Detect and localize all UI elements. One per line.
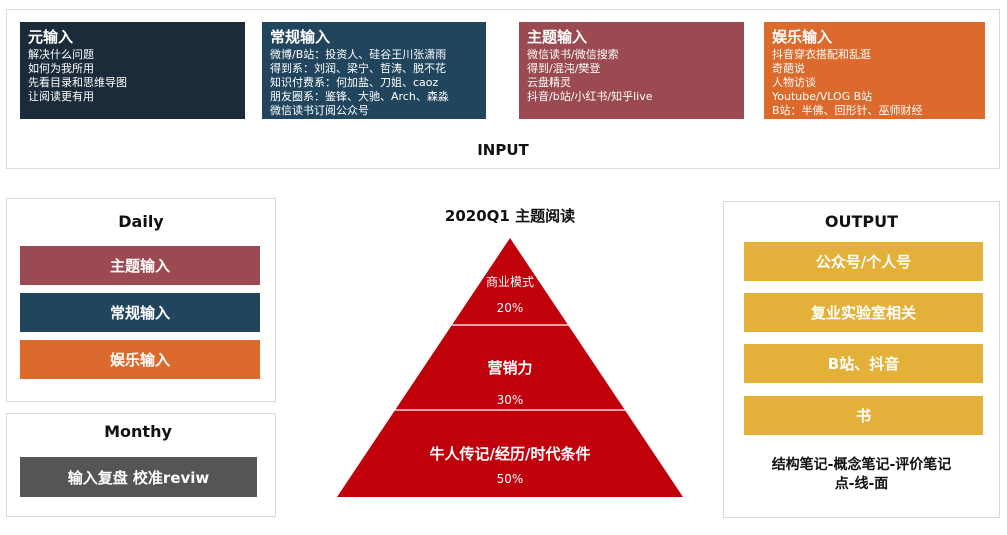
input-card-line: 微信读书订阅公众号 bbox=[270, 104, 369, 117]
input-card-line: 微博/B站：投资人、硅谷王川张潇雨 bbox=[270, 48, 447, 61]
input-card-entertainment: 娱乐输入 抖音穿衣搭配和乱逛 奇葩说 人物访谈 Youtube/VLOG B站 … bbox=[764, 22, 985, 119]
output-title: OUTPUT bbox=[824, 212, 899, 231]
input-card-line: 解决什么问题 bbox=[28, 48, 94, 61]
daily-item-regular: 常规输入 bbox=[20, 293, 260, 332]
daily-item-theme: 主题输入 bbox=[20, 246, 260, 285]
pyramid-level-label: 营销力 bbox=[487, 359, 532, 377]
input-card-line: 人物访谈 bbox=[772, 76, 816, 89]
input-card-line: B站：半佛、回形针、巫师财经 bbox=[772, 104, 923, 117]
output-item-lab: 复业实验室相关 bbox=[744, 293, 983, 332]
pyramid-level-label: 牛人传记/经历/时代条件 bbox=[430, 445, 591, 463]
monthly-title: Monthy bbox=[104, 422, 172, 441]
input-card-line: 微信读书/微信搜索 bbox=[527, 48, 619, 61]
input-card-line: 云盘精灵 bbox=[527, 76, 571, 89]
output-footer-line2: 点-线-面 bbox=[834, 476, 889, 492]
input-card-meta: 元输入 解决什么问题 如何为我所用 先看目录和思维导图 让阅读更有用 bbox=[20, 22, 245, 119]
input-card-line: 得到/混沌/樊登 bbox=[527, 62, 601, 75]
input-card-regular: 常规输入 微博/B站：投资人、硅谷王川张潇雨 得到系：刘润、梁宁、哲涛、脱不花 … bbox=[262, 22, 486, 119]
pyramid-diagram: 商业模式 20% 营销力 30% 牛人传记/经历/时代条件 50% bbox=[337, 238, 683, 497]
output-footer-line1: 结构笔记-概念笔记-评价笔记 bbox=[771, 457, 952, 473]
pyramid-level-label: 商业模式 bbox=[486, 274, 534, 289]
output-item-video: B站、抖音 bbox=[744, 344, 983, 383]
input-card-title: 娱乐输入 bbox=[772, 28, 833, 46]
monthly-item-review: 输入复盘 校准reviw bbox=[20, 457, 257, 497]
input-card-line: 如何为我所用 bbox=[28, 62, 94, 75]
input-card-line: 让阅读更有用 bbox=[28, 90, 94, 103]
pyramid-level-percent: 30% bbox=[497, 393, 524, 407]
input-card-line: Youtube/VLOG B站 bbox=[772, 90, 873, 103]
pyramid-level-percent: 20% bbox=[497, 301, 524, 315]
input-card-title: 元输入 bbox=[28, 28, 74, 46]
input-card-line: 朋友圈系：鉴锋、大驰、Arch、森淼 bbox=[270, 90, 449, 103]
input-card-line: 抖音/b站/小红书/知乎live bbox=[527, 90, 653, 103]
input-card-line: 知识付费系：何加盐、刀姐、caoz bbox=[270, 76, 439, 89]
daily-title: Daily bbox=[118, 212, 164, 231]
output-item-wechat: 公众号/个人号 bbox=[744, 242, 983, 281]
daily-item-entertainment: 娱乐输入 bbox=[20, 340, 260, 379]
pyramid-level-percent: 50% bbox=[497, 472, 524, 486]
input-card-line: 先看目录和思维导图 bbox=[28, 76, 127, 89]
output-item-book: 书 bbox=[744, 396, 983, 435]
input-card-title: 主题输入 bbox=[527, 28, 588, 46]
input-card-line: 奇葩说 bbox=[772, 62, 805, 75]
input-card-line: 得到系：刘润、梁宁、哲涛、脱不花 bbox=[270, 62, 446, 75]
pyramid-title: 2020Q1 主题阅读 bbox=[444, 207, 576, 225]
input-card-title: 常规输入 bbox=[270, 28, 331, 46]
input-label: INPUT bbox=[477, 141, 529, 159]
input-card-line: 抖音穿衣搭配和乱逛 bbox=[772, 48, 871, 61]
input-card-theme: 主题输入 微信读书/微信搜索 得到/混沌/樊登 云盘精灵 抖音/b站/小红书/知… bbox=[519, 22, 744, 119]
